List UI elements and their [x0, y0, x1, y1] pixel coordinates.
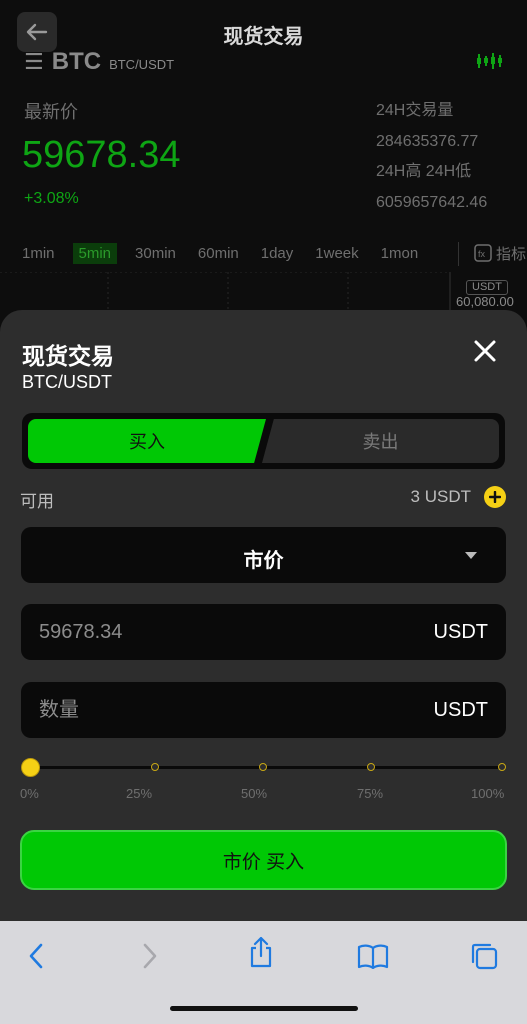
- available-value: 3 USDT: [410, 487, 471, 506]
- sell-tab[interactable]: 卖出: [262, 419, 499, 463]
- slider-step-100[interactable]: [498, 763, 506, 771]
- bookmarks-button[interactable]: [355, 941, 391, 971]
- high-low-value: 6059657642.46: [376, 193, 488, 211]
- interval-tab-1day[interactable]: 1day: [261, 245, 294, 262]
- buy-tab[interactable]: 买入: [28, 419, 266, 463]
- pair-symbol: BTC: [51, 48, 102, 75]
- quantity-input[interactable]: [39, 682, 399, 738]
- market-buy-button[interactable]: 市价 买入: [20, 830, 507, 890]
- close-button[interactable]: [470, 336, 500, 366]
- share-icon: [250, 936, 272, 968]
- slider-step-25[interactable]: [151, 763, 159, 771]
- indicator-icon: fx: [474, 244, 492, 262]
- chevron-right-icon: [143, 943, 157, 969]
- percent-label: 0%: [20, 786, 39, 801]
- order-type-select[interactable]: 市价: [21, 527, 506, 583]
- pair-selector[interactable]: ☰ BTC BTC/USDT: [24, 48, 174, 76]
- interval-tab-60min[interactable]: 60min: [198, 245, 239, 262]
- slider-step-75[interactable]: [367, 763, 375, 771]
- latest-price-label: 最新价: [24, 102, 78, 122]
- order-type-value: 市价: [243, 550, 284, 572]
- chevron-left-icon: [29, 943, 43, 969]
- trade-sheet: 现货交易 BTC/USDT 买入 卖出 可用 3 USDT 市价 USDT US…: [0, 310, 527, 921]
- price-field: USDT: [21, 604, 506, 660]
- volume-value: 284635376.77: [376, 132, 479, 150]
- indicator-button[interactable]: fx 指标: [474, 243, 526, 264]
- pair-name: BTC/USDT: [109, 57, 175, 72]
- interval-tab-1min[interactable]: 1min: [22, 245, 55, 262]
- interval-tab-1mon[interactable]: 1mon: [381, 245, 419, 262]
- price-unit: USDT: [433, 621, 488, 643]
- bookmarks-icon: [357, 944, 389, 969]
- interval-tab-5min[interactable]: 5min: [72, 242, 118, 264]
- price-change: +3.08%: [24, 190, 79, 207]
- indicator-label: 指标: [496, 245, 527, 263]
- plus-circle-icon[interactable]: [484, 486, 506, 508]
- amount-slider[interactable]: [21, 758, 507, 778]
- percent-label: 75%: [357, 786, 384, 801]
- tabs-button[interactable]: [466, 941, 502, 971]
- close-icon: [474, 340, 496, 362]
- sheet-title: 现货交易: [22, 343, 114, 369]
- latest-price: 59678.34: [22, 134, 181, 176]
- slider-step-50[interactable]: [259, 763, 267, 771]
- divider: [458, 242, 459, 266]
- interval-tab-30min[interactable]: 30min: [135, 245, 176, 262]
- menu-icon: ☰: [24, 49, 44, 74]
- caret-down-icon: [465, 552, 477, 559]
- price-axis-label: 60,080.00: [456, 294, 514, 309]
- percent-label: 100%: [471, 786, 505, 801]
- volume-label: 24H交易量: [376, 102, 454, 119]
- sheet-pair: BTC/USDT: [22, 372, 112, 392]
- available-label: 可用: [20, 492, 54, 511]
- interval-tabs: 1min 5min 30min 60min 1day 1week 1mon fx…: [0, 238, 527, 268]
- candlestick-icon[interactable]: [475, 52, 503, 70]
- browser-toolbar: [0, 921, 527, 1024]
- interval-tab-1week[interactable]: 1week: [315, 245, 358, 262]
- share-button[interactable]: [243, 936, 279, 968]
- high-low-label: 24H高 24H低: [376, 163, 472, 180]
- percent-label: 50%: [241, 786, 268, 801]
- price-tag: USDT: [466, 280, 508, 295]
- buy-sell-toggle: 买入 卖出: [22, 413, 505, 469]
- percent-label: 25%: [126, 786, 153, 801]
- background-page: 现货交易 ☰ BTC BTC/USDT 最新价 59678.34 +3.08% …: [0, 0, 527, 332]
- tabs-icon: [471, 943, 498, 970]
- market-stats: 24H交易量 284635376.77 24H高 24H低 6059657642…: [376, 96, 487, 218]
- browser-back-button[interactable]: [18, 941, 54, 971]
- home-indicator: [170, 1006, 358, 1011]
- quantity-unit: USDT: [433, 699, 488, 721]
- slider-handle[interactable]: [21, 758, 40, 777]
- plus-glyph: [489, 491, 501, 503]
- price-input[interactable]: [39, 604, 399, 660]
- svg-text:fx: fx: [478, 249, 486, 259]
- browser-forward-button[interactable]: [132, 941, 168, 971]
- page-title: 现货交易: [223, 26, 304, 48]
- quantity-field: USDT: [21, 682, 506, 738]
